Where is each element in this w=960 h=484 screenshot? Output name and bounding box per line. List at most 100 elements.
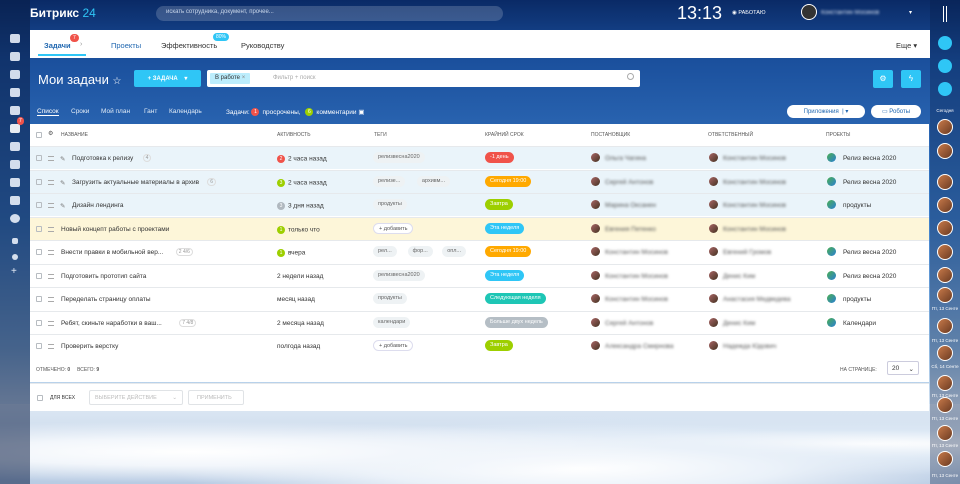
- column-name[interactable]: НАЗВАНИЕ: [61, 132, 88, 138]
- contact-avatar[interactable]: [937, 174, 953, 190]
- creator-name[interactable]: Сергей Антонов: [605, 320, 653, 327]
- table-row[interactable]: ✎ Дизайн лендинга 3 3 дня назад продукты Завт…: [30, 193, 929, 216]
- contact-avatar[interactable]: [937, 397, 953, 413]
- stream-icon[interactable]: [10, 52, 20, 61]
- creator-avatar[interactable]: [591, 153, 600, 162]
- project-name[interactable]: продукты: [843, 202, 871, 209]
- responsible-avatar[interactable]: [709, 153, 718, 162]
- apply-button[interactable]: ПРИМЕНИТЬ: [188, 390, 244, 405]
- table-row[interactable]: Переделать страницу оплаты месяц назад про…: [30, 287, 929, 310]
- row-menu-icon[interactable]: [48, 273, 54, 279]
- tag-chip[interactable]: релизвесна2020: [373, 269, 425, 281]
- deadline-badge[interactable]: Сегодня 19:00: [485, 246, 532, 257]
- contact-avatar[interactable]: [937, 375, 953, 391]
- task-title[interactable]: Переделать страницу оплаты: [61, 296, 151, 303]
- contact-avatar[interactable]: [937, 119, 953, 135]
- responsible-name[interactable]: Константин Мосинов: [723, 179, 786, 186]
- responsible-name[interactable]: Денис Ким: [723, 320, 755, 327]
- column-projects[interactable]: ПРОЕКТЫ: [826, 132, 850, 138]
- notifications-icon[interactable]: [938, 36, 952, 50]
- groups-icon[interactable]: [10, 142, 20, 151]
- filter-chip[interactable]: В работе ×: [210, 73, 251, 84]
- filter-search-input[interactable]: В работе × Фильтр + поиск: [207, 70, 640, 87]
- tab-efficiency[interactable]: Эффективность: [161, 41, 217, 50]
- activity-badge[interactable]: 3: [277, 178, 285, 187]
- responsible-avatar[interactable]: [709, 247, 718, 256]
- row-menu-icon[interactable]: [48, 250, 54, 255]
- chat-icon[interactable]: [10, 34, 20, 43]
- deadline-badge[interactable]: Завтра: [485, 340, 513, 351]
- contact-avatar[interactable]: [937, 267, 953, 283]
- pin-icon[interactable]: ✎: [60, 179, 65, 187]
- task-title[interactable]: Дизайн лендинга: [72, 202, 124, 209]
- for-all-checkbox[interactable]: [37, 395, 43, 401]
- view-calendar[interactable]: Календарь: [169, 108, 202, 115]
- close-icon[interactable]: ×: [242, 75, 246, 81]
- responsible-avatar[interactable]: [709, 317, 718, 327]
- table-row[interactable]: ✎ Загрузить актуальные материалы в архив 6…: [30, 169, 929, 193]
- table-row[interactable]: ✎ Подготовка к релизу 4 2 2 часа назад релизв…: [30, 146, 929, 169]
- global-search-input[interactable]: искать сотрудника, документ, прочее...: [156, 6, 503, 21]
- deadline-badge[interactable]: Завтра: [485, 199, 513, 210]
- row-menu-icon[interactable]: [48, 344, 54, 349]
- row-checkbox[interactable]: [36, 343, 42, 349]
- for-all-label[interactable]: ДЛЯ ВСЕХ: [50, 395, 75, 401]
- creator-avatar[interactable]: [591, 294, 600, 303]
- project-name[interactable]: Релиз весна 2020: [843, 179, 896, 186]
- comments-icon[interactable]: ▣: [358, 109, 364, 116]
- creator-avatar[interactable]: [591, 270, 600, 280]
- tasks-icon[interactable]: [10, 124, 20, 133]
- responsible-avatar[interactable]: [709, 294, 718, 303]
- responsible-name[interactable]: Денис Ким: [723, 273, 755, 280]
- deadline-badge[interactable]: -1 день: [485, 152, 514, 163]
- overdue-count[interactable]: 1: [251, 108, 260, 117]
- column-deadline[interactable]: КРАЙНИЙ СРОК: [485, 132, 524, 138]
- responsible-avatar[interactable]: [709, 176, 718, 186]
- tag-chip[interactable]: архивм...: [416, 175, 450, 187]
- add-icon[interactable]: +: [11, 266, 17, 277]
- tag-chip[interactable]: опл...: [442, 246, 467, 257]
- responsible-avatar[interactable]: [709, 341, 718, 350]
- contact-avatar[interactable]: [937, 220, 953, 236]
- deadline-badge[interactable]: Эта неделя: [485, 269, 525, 281]
- creator-name[interactable]: Константин Мосинов: [605, 249, 668, 256]
- table-row[interactable]: Ребят, скиньте наработки в ваш... 7 4/8 2 …: [30, 310, 929, 334]
- menu-icon[interactable]: [943, 6, 947, 22]
- search-icon[interactable]: [627, 73, 634, 80]
- creator-name[interactable]: Марина Оксанен: [605, 202, 656, 209]
- contact-avatar[interactable]: [937, 287, 953, 303]
- settings-icon[interactable]: [12, 254, 18, 260]
- deadline-badge[interactable]: Больше двух недель: [485, 316, 548, 328]
- logo[interactable]: Битрикс 24: [30, 6, 96, 20]
- add-tag-button[interactable]: + добавить: [373, 222, 414, 234]
- row-menu-icon[interactable]: [48, 226, 54, 232]
- tag-chip[interactable]: продукты: [373, 293, 407, 304]
- select-all-checkbox[interactable]: [36, 132, 42, 138]
- row-checkbox[interactable]: [36, 249, 42, 255]
- project-avatar[interactable]: [827, 247, 836, 256]
- contact-avatar[interactable]: [937, 244, 953, 260]
- contact-avatar[interactable]: [937, 197, 953, 213]
- row-checkbox[interactable]: [36, 296, 42, 302]
- calendar-icon[interactable]: [10, 178, 20, 187]
- apps-dropdown[interactable]: Приложения | ▾: [787, 105, 865, 118]
- chart-icon[interactable]: [10, 106, 20, 115]
- row-checkbox[interactable]: [36, 272, 42, 279]
- responsible-name[interactable]: Константин Мосинов: [723, 202, 786, 209]
- creator-avatar[interactable]: [591, 247, 600, 256]
- add-task-button[interactable]: + ЗАДАЧА ▾: [134, 70, 201, 87]
- comments-count[interactable]: 6: [305, 108, 314, 117]
- row-checkbox[interactable]: [36, 225, 42, 232]
- activity-badge[interactable]: 2: [277, 155, 285, 163]
- lightning-icon[interactable]: ϟ: [901, 70, 921, 88]
- tag-chip[interactable]: календари: [373, 316, 411, 328]
- row-checkbox[interactable]: [36, 202, 42, 208]
- creator-avatar[interactable]: [591, 176, 600, 186]
- table-row[interactable]: Внести правки в мобильной вер... 2 4/6 1 вч…: [30, 240, 929, 263]
- creator-avatar[interactable]: [591, 223, 600, 233]
- row-checkbox[interactable]: [36, 178, 42, 185]
- table-row[interactable]: Проверить верстку полгода назад + добавить…: [30, 334, 929, 357]
- activity-badge[interactable]: 1: [277, 225, 285, 234]
- project-avatar[interactable]: [827, 176, 836, 186]
- responsible-name[interactable]: Константин Мосинов: [723, 155, 786, 162]
